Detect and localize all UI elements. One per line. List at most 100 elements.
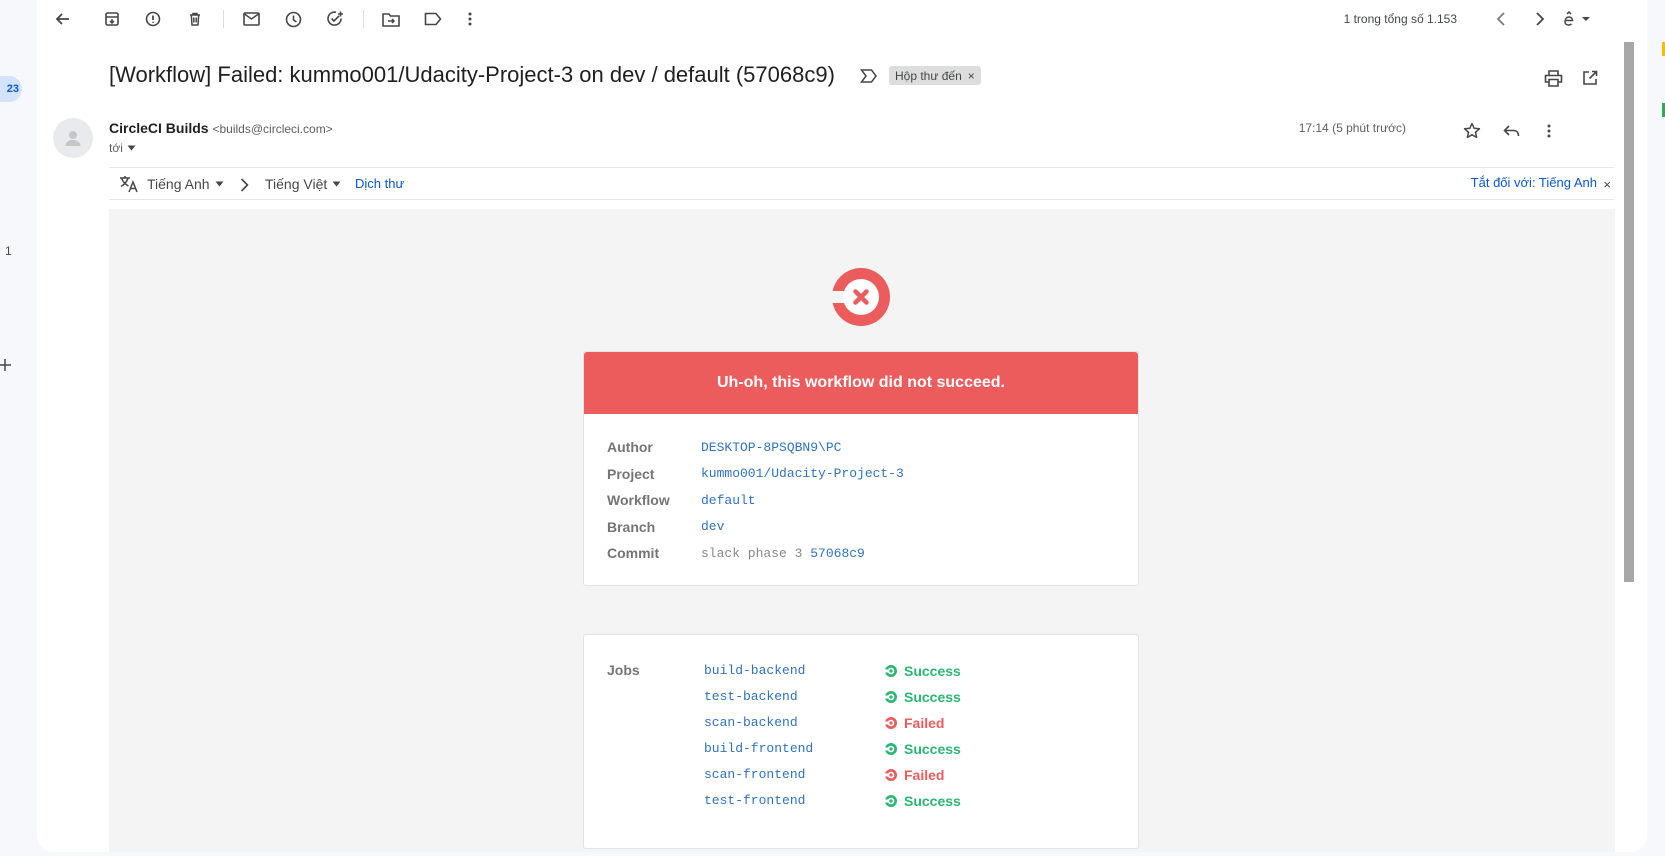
translate-icon bbox=[120, 176, 138, 193]
envelope-icon bbox=[242, 12, 260, 26]
author-link[interactable]: DESKTOP-8PSQBN9\PC bbox=[701, 440, 841, 455]
jobs-card: Jobs build-backend Success test-backend … bbox=[583, 634, 1139, 849]
jobs-label: Jobs bbox=[607, 662, 640, 678]
to-label: tới bbox=[109, 141, 123, 155]
detail-key: Branch bbox=[607, 518, 656, 535]
source-language: Tiếng Anh bbox=[147, 176, 210, 192]
job-row: test-backend Success bbox=[704, 683, 961, 711]
sender-avatar[interactable] bbox=[53, 118, 93, 158]
move-folder-icon bbox=[382, 12, 400, 27]
workflow-link[interactable]: default bbox=[701, 493, 756, 508]
job-name-link[interactable]: build-backend bbox=[704, 663, 884, 678]
job-name-link[interactable]: scan-frontend bbox=[704, 767, 884, 782]
more-message-actions-button[interactable] bbox=[1537, 119, 1561, 143]
label-icon bbox=[424, 12, 442, 26]
job-row: scan-backend Failed bbox=[704, 709, 944, 737]
workflow-details: Author DESKTOP-8PSQBN9\PC Project kummo0… bbox=[584, 414, 1138, 585]
report-spam-button[interactable] bbox=[141, 7, 165, 31]
inbox-count-badge[interactable]: 23 bbox=[0, 76, 22, 102]
add-label-icon[interactable] bbox=[0, 358, 12, 372]
job-status: Success bbox=[884, 689, 961, 705]
newer-button[interactable] bbox=[1489, 7, 1513, 31]
star-button[interactable] bbox=[1460, 119, 1484, 143]
print-all-button[interactable] bbox=[1542, 67, 1564, 89]
report-icon bbox=[145, 11, 161, 27]
label-chip-text: Hộp thư đến bbox=[895, 68, 962, 83]
commit-hash-link[interactable]: 57068c9 bbox=[810, 546, 865, 561]
toolbar-divider bbox=[223, 10, 224, 28]
message-toolbar: 1 trong tổng số 1.153 bbox=[37, 0, 1647, 38]
target-language-select[interactable]: Tiếng Việt bbox=[265, 176, 341, 192]
job-row: build-backend Success bbox=[704, 657, 961, 685]
detail-row-branch: Branch dev bbox=[607, 514, 1115, 541]
recipient-details-toggle[interactable]: tới bbox=[109, 141, 136, 155]
back-button[interactable] bbox=[51, 7, 75, 31]
translate-message-link[interactable]: Dịch thư bbox=[355, 176, 404, 191]
success-status-icon bbox=[884, 690, 897, 703]
detail-row-commit: Commit slack phase 3 57068c9 bbox=[607, 540, 1115, 567]
add-task-icon bbox=[327, 11, 343, 26]
chevron-left-icon bbox=[1496, 12, 1505, 26]
chevron-right-icon bbox=[240, 178, 249, 192]
message-panel: 1 trong tổng số 1.153 [Workflow] Failed:… bbox=[37, 0, 1647, 852]
open-new-window-button[interactable] bbox=[1579, 67, 1601, 89]
more-actions-button[interactable] bbox=[458, 7, 482, 31]
star-icon bbox=[1463, 122, 1481, 139]
open-in-new-icon bbox=[1583, 70, 1598, 85]
importance-marker-icon[interactable] bbox=[860, 68, 878, 84]
job-status-text: Success bbox=[904, 688, 961, 705]
target-language: Tiếng Việt bbox=[265, 176, 328, 192]
reply-icon bbox=[1502, 125, 1519, 137]
success-status-icon bbox=[884, 664, 897, 677]
move-to-button[interactable] bbox=[379, 7, 403, 31]
job-status: Failed bbox=[884, 767, 944, 783]
close-translate-bar-button[interactable]: × bbox=[1603, 177, 1611, 192]
detail-key: Project bbox=[607, 465, 655, 482]
remove-label-button[interactable]: × bbox=[968, 69, 975, 83]
older-button[interactable] bbox=[1528, 7, 1552, 31]
more-vert-icon bbox=[1547, 124, 1551, 138]
label-count: 1 bbox=[5, 244, 12, 258]
message-scrollbar[interactable] bbox=[1623, 0, 1635, 852]
job-name-link[interactable]: scan-backend bbox=[704, 715, 884, 730]
source-language-select[interactable]: Tiếng Anh bbox=[147, 176, 224, 192]
labels-button[interactable] bbox=[421, 7, 445, 31]
job-status-text: Failed bbox=[904, 766, 945, 783]
toolbar-divider bbox=[363, 10, 364, 28]
job-status: Success bbox=[884, 663, 961, 679]
printer-icon bbox=[1544, 69, 1562, 87]
more-vert-icon bbox=[468, 12, 472, 26]
project-link[interactable]: kummo001/Udacity-Project-3 bbox=[701, 466, 904, 481]
detail-row-author: Author DESKTOP-8PSQBN9\PC bbox=[607, 434, 1115, 461]
caret-down-icon bbox=[127, 145, 136, 151]
pagination-text: 1 trong tổng số 1.153 bbox=[1343, 12, 1457, 26]
archive-button[interactable] bbox=[100, 7, 124, 31]
delete-button[interactable] bbox=[183, 7, 207, 31]
circleci-failed-logo bbox=[830, 268, 890, 326]
person-icon bbox=[65, 131, 81, 146]
job-name-link[interactable]: test-frontend bbox=[704, 793, 884, 808]
add-task-button[interactable] bbox=[323, 7, 347, 31]
email-subject: [Workflow] Failed: kummo001/Udacity-Proj… bbox=[109, 62, 835, 87]
reply-button[interactable] bbox=[1499, 119, 1523, 143]
sender-name[interactable]: CircleCI Builds bbox=[109, 120, 209, 136]
job-status: Success bbox=[884, 793, 961, 809]
snooze-button[interactable] bbox=[281, 7, 305, 31]
mark-unread-button[interactable] bbox=[239, 7, 263, 31]
failed-status-icon bbox=[884, 716, 897, 729]
input-tools-button[interactable] bbox=[1559, 7, 1595, 31]
detail-key: Commit bbox=[607, 545, 660, 562]
caret-down-icon bbox=[332, 181, 341, 187]
job-name-link[interactable]: build-frontend bbox=[704, 741, 884, 756]
message-time: 17:14 (5 phút trước) bbox=[1298, 121, 1406, 135]
input-tools-icon bbox=[1564, 11, 1590, 26]
failed-status-icon bbox=[884, 768, 897, 781]
job-name-link[interactable]: test-backend bbox=[704, 689, 884, 704]
scrollbar-thumb[interactable] bbox=[1624, 42, 1634, 582]
job-row: build-frontend Success bbox=[704, 735, 961, 763]
turn-off-translation-link[interactable]: Tắt đối với: Tiếng Anh bbox=[1471, 175, 1597, 190]
translate-bar: Tiếng Anh Tiếng Việt Dịch thư Tắt đối vớ… bbox=[109, 167, 1615, 200]
trash-icon bbox=[190, 12, 200, 26]
chevron-right-icon bbox=[1536, 12, 1545, 26]
branch-link[interactable]: dev bbox=[701, 519, 724, 534]
